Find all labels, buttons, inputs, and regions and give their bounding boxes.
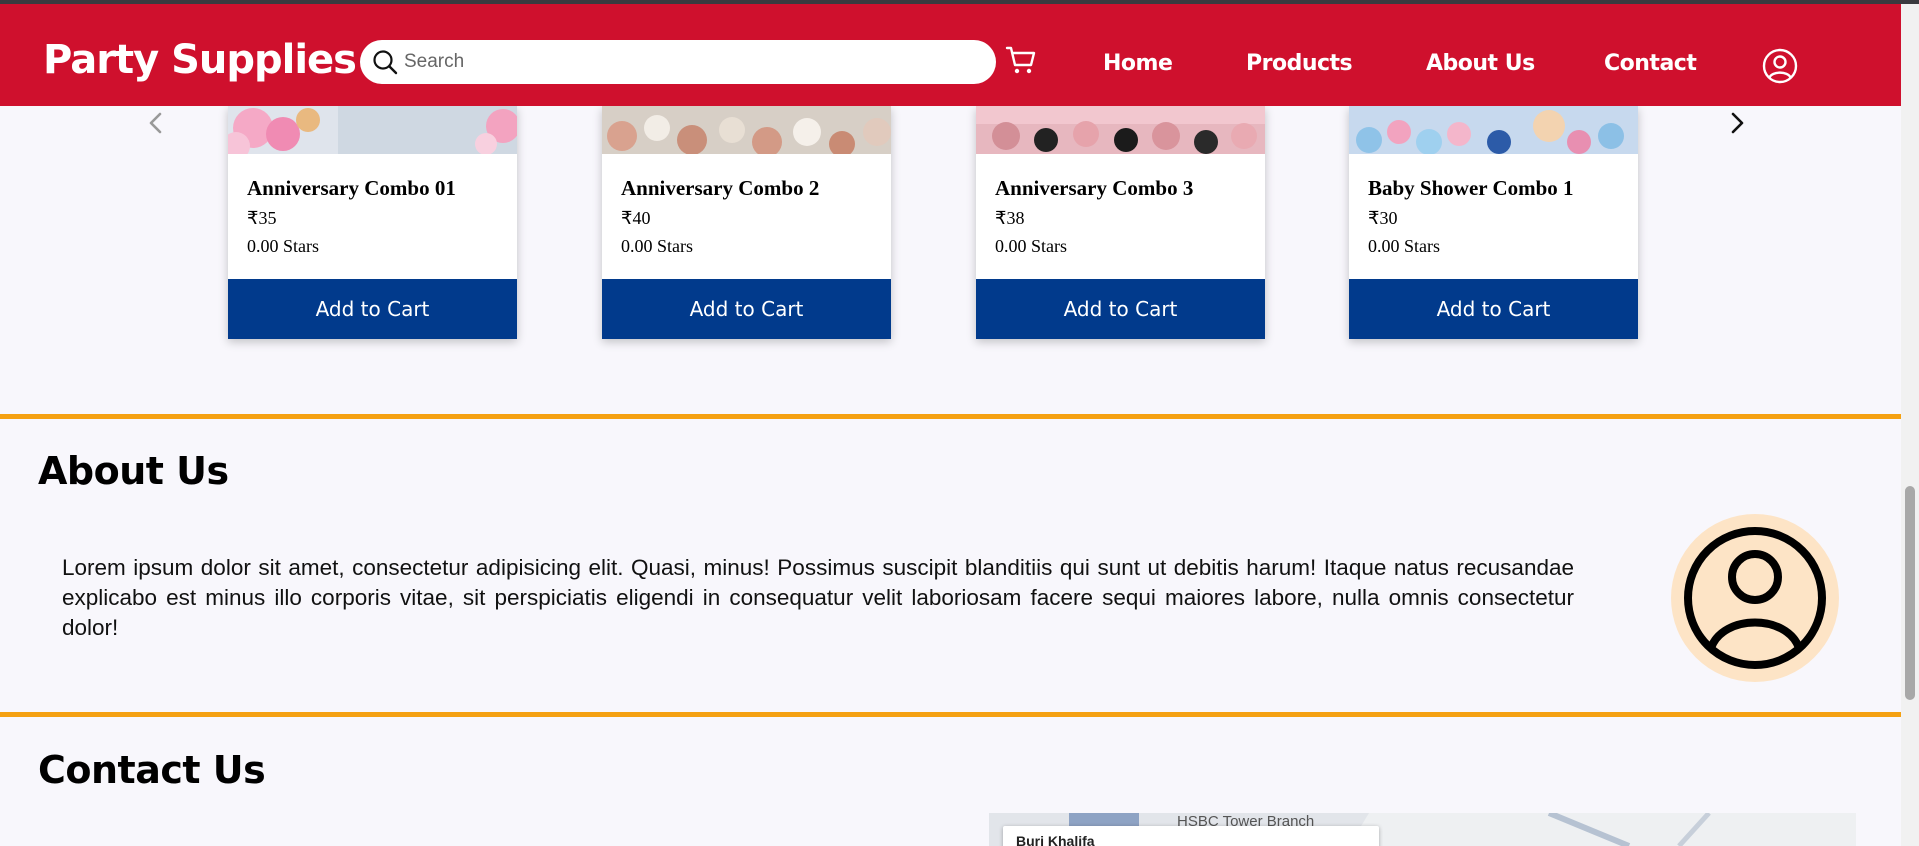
- product-name[interactable]: Anniversary Combo 01: [247, 176, 456, 201]
- add-to-cart-button[interactable]: Add to Cart: [602, 279, 891, 339]
- product-image[interactable]: [602, 106, 891, 154]
- user-avatar-icon: [1684, 527, 1826, 669]
- chevron-right-icon[interactable]: [1722, 108, 1752, 138]
- nav-contact[interactable]: Contact: [1604, 51, 1697, 76]
- product-price: ₹38: [995, 208, 1025, 228]
- product-price: ₹30: [1368, 208, 1398, 228]
- about-title: About Us: [38, 449, 229, 493]
- nav-about-us[interactable]: About Us: [1426, 51, 1535, 76]
- chevron-left-icon[interactable]: [141, 108, 171, 138]
- search-input[interactable]: [404, 46, 964, 78]
- contact-title: Contact Us: [38, 748, 266, 792]
- map-place-title: Burj Khalifa: [1016, 833, 1095, 846]
- section-divider: [0, 712, 1901, 717]
- search-bar: [360, 40, 996, 84]
- product-rating: 0.00 Stars: [1368, 236, 1440, 256]
- product-card: Baby Shower Combo 1 ₹30 0.00 Stars Add t…: [1349, 106, 1638, 339]
- scrollbar-thumb[interactable]: [1905, 486, 1915, 700]
- page-scrollbar[interactable]: [1901, 4, 1919, 846]
- add-to-cart-button[interactable]: Add to Cart: [228, 279, 517, 339]
- brand-logo[interactable]: Party Supplies: [43, 37, 357, 83]
- product-card: Anniversary Combo 3 ₹38 0.00 Stars Add t…: [976, 106, 1265, 339]
- product-name[interactable]: Baby Shower Combo 1: [1368, 176, 1574, 201]
- search-icon[interactable]: [372, 49, 398, 75]
- product-name[interactable]: Anniversary Combo 2: [621, 176, 819, 201]
- product-rating: 0.00 Stars: [621, 236, 693, 256]
- user-icon[interactable]: [1762, 48, 1798, 84]
- nav-home[interactable]: Home: [1103, 51, 1173, 76]
- about-description: Lorem ipsum dolor sit amet, consectetur …: [62, 555, 1574, 640]
- product-card: Anniversary Combo 01 ₹35 0.00 Stars Add …: [228, 106, 517, 339]
- product-rating: 0.00 Stars: [995, 236, 1067, 256]
- product-card: Anniversary Combo 2 ₹40 0.00 Stars Add t…: [602, 106, 891, 339]
- add-to-cart-button[interactable]: Add to Cart: [976, 279, 1265, 339]
- map-place-card[interactable]: Burj Khalifa: [1003, 826, 1379, 846]
- section-divider: [0, 414, 1901, 419]
- cart-icon[interactable]: [1005, 44, 1037, 76]
- about-avatar: [1671, 514, 1839, 682]
- product-carousel: Anniversary Combo 01 ₹35 0.00 Stars Add …: [0, 106, 1901, 356]
- product-price: ₹35: [247, 208, 277, 228]
- product-image[interactable]: [228, 106, 517, 154]
- nav-products[interactable]: Products: [1246, 51, 1353, 76]
- product-price: ₹40: [621, 208, 651, 228]
- location-map[interactable]: HSBC Tower Branch Burj Khalifa: [989, 813, 1856, 846]
- product-image[interactable]: [1349, 106, 1638, 154]
- navbar: Party Supplies Home Products About Us Co…: [0, 4, 1901, 106]
- product-name[interactable]: Anniversary Combo 3: [995, 176, 1193, 201]
- product-rating: 0.00 Stars: [247, 236, 319, 256]
- add-to-cart-button[interactable]: Add to Cart: [1349, 279, 1638, 339]
- product-image[interactable]: [976, 106, 1265, 154]
